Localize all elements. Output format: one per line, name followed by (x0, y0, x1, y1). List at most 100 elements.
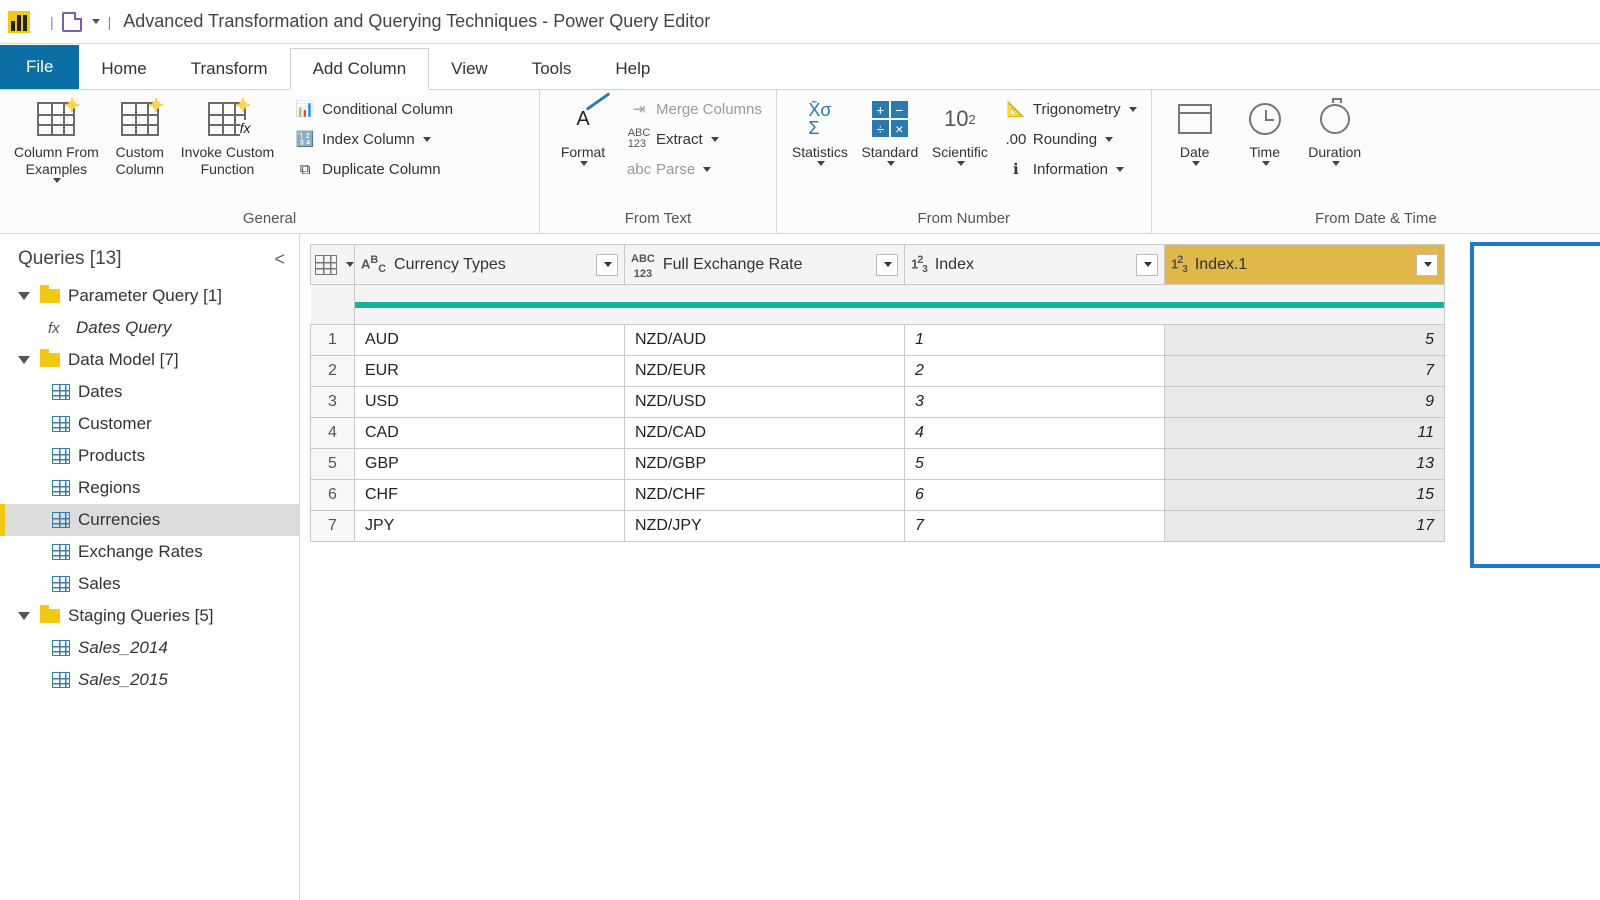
column-filter-button[interactable] (876, 254, 898, 276)
cell-exchange-rate[interactable]: NZD/GBP (625, 449, 905, 480)
chevron-down-icon (1116, 167, 1124, 172)
cell-exchange-rate[interactable]: NZD/EUR (625, 356, 905, 387)
table-row[interactable]: 4CADNZD/CAD411 (311, 418, 1445, 449)
table-row[interactable]: 6CHFNZD/CHF615 (311, 480, 1445, 511)
row-number[interactable]: 5 (311, 449, 355, 480)
cell-currency-type[interactable]: EUR (355, 356, 625, 387)
tab-tools[interactable]: Tools (510, 49, 594, 89)
cell-currency-type[interactable]: GBP (355, 449, 625, 480)
grid-corner[interactable] (311, 245, 355, 285)
row-number[interactable]: 4 (311, 418, 355, 449)
query-item-dates-query[interactable]: fxDates Query (0, 312, 299, 344)
cell-index-1[interactable]: 5 (1165, 325, 1445, 356)
extract-button[interactable]: ABC123Extract (622, 124, 768, 154)
query-item[interactable]: Dates (0, 376, 299, 408)
tab-help[interactable]: Help (593, 49, 672, 89)
cell-currency-type[interactable]: USD (355, 387, 625, 418)
cell-exchange-rate[interactable]: NZD/CAD (625, 418, 905, 449)
table-row[interactable]: 1AUDNZD/AUD15 (311, 325, 1445, 356)
invoke-custom-function-button[interactable]: fx Invoke Custom Function (175, 94, 280, 182)
query-item[interactable]: Exchange Rates (0, 536, 299, 568)
query-item[interactable]: Regions (0, 472, 299, 504)
column-filter-button[interactable] (1416, 254, 1438, 276)
tab-home[interactable]: Home (79, 49, 168, 89)
cell-index[interactable]: 2 (905, 356, 1165, 387)
table-query-icon (52, 416, 70, 432)
row-number[interactable]: 6 (311, 480, 355, 511)
cell-index-1[interactable]: 11 (1165, 418, 1445, 449)
cell-index-1[interactable]: 13 (1165, 449, 1445, 480)
trigonometry-button[interactable]: 📐Trigonometry (999, 94, 1143, 124)
column-filter-button[interactable] (596, 254, 618, 276)
cell-index-1[interactable]: 9 (1165, 387, 1445, 418)
cell-index-1[interactable]: 15 (1165, 480, 1445, 511)
cell-index[interactable]: 6 (905, 480, 1165, 511)
cell-index[interactable]: 1 (905, 325, 1165, 356)
ribbon-group-from-datetime: Date Time Duration From Date & Time (1152, 90, 1600, 233)
table-row[interactable]: 7JPYNZD/JPY717 (311, 511, 1445, 542)
cell-index[interactable]: 5 (905, 449, 1165, 480)
table-row[interactable]: 2EURNZD/EUR27 (311, 356, 1445, 387)
cell-index-1[interactable]: 7 (1165, 356, 1445, 387)
tab-add-column[interactable]: Add Column (290, 48, 430, 90)
date-button[interactable]: Date (1160, 94, 1230, 170)
row-number[interactable]: 1 (311, 325, 355, 356)
cell-index-1[interactable]: 17 (1165, 511, 1445, 542)
column-header-currency-types[interactable]: ABCCurrency Types (355, 245, 625, 285)
expand-icon (18, 356, 30, 364)
query-group-staging[interactable]: Staging Queries [5] (0, 600, 299, 632)
cell-exchange-rate[interactable]: NZD/JPY (625, 511, 905, 542)
cell-currency-type[interactable]: AUD (355, 325, 625, 356)
scientific-button[interactable]: 102 Scientific (925, 94, 995, 170)
time-button[interactable]: Time (1230, 94, 1300, 170)
query-group-data-model[interactable]: Data Model [7] (0, 344, 299, 376)
tab-file[interactable]: File (0, 45, 79, 89)
chevron-down-icon (817, 161, 825, 166)
column-header-index-1[interactable]: 123Index.1 (1165, 245, 1445, 285)
format-button[interactable]: A Format (548, 94, 618, 170)
query-item[interactable]: Sales_2014 (0, 632, 299, 664)
cell-currency-type[interactable]: JPY (355, 511, 625, 542)
qat-dropdown-icon[interactable] (92, 19, 100, 24)
table-row[interactable]: 5GBPNZD/GBP513 (311, 449, 1445, 480)
statistics-button[interactable]: X̄σΣ Statistics (785, 94, 855, 170)
standard-button[interactable]: + − ÷ × Standard (855, 94, 925, 170)
collapse-pane-button[interactable]: < (274, 249, 285, 270)
tab-transform[interactable]: Transform (169, 49, 290, 89)
query-item[interactable]: Customer (0, 408, 299, 440)
cell-currency-type[interactable]: CHF (355, 480, 625, 511)
cell-exchange-rate[interactable]: NZD/CHF (625, 480, 905, 511)
custom-column-button[interactable]: Custom Column (105, 94, 175, 182)
cell-exchange-rate[interactable]: NZD/AUD (625, 325, 905, 356)
tab-view[interactable]: View (429, 49, 510, 89)
query-group-parameter[interactable]: Parameter Query [1] (0, 280, 299, 312)
query-item[interactable]: Currencies (0, 504, 299, 536)
duration-button[interactable]: Duration (1300, 94, 1370, 170)
cell-exchange-rate[interactable]: NZD/USD (625, 387, 905, 418)
conditional-column-button[interactable]: 📊Conditional Column (288, 94, 459, 124)
data-grid[interactable]: ABCCurrency Types ABC123Full Exchange Ra… (310, 244, 1445, 542)
index-column-button[interactable]: 🔢Index Column (288, 124, 459, 154)
cell-currency-type[interactable]: CAD (355, 418, 625, 449)
cell-index[interactable]: 3 (905, 387, 1165, 418)
query-item[interactable]: Sales_2015 (0, 664, 299, 696)
type-text-icon: ABC (355, 254, 392, 275)
row-number[interactable]: 3 (311, 387, 355, 418)
column-header-full-exchange-rate[interactable]: ABC123Full Exchange Rate (625, 245, 905, 285)
row-number[interactable]: 2 (311, 356, 355, 387)
column-filter-button[interactable] (1136, 254, 1158, 276)
table-row[interactable]: 3USDNZD/USD39 (311, 387, 1445, 418)
query-item[interactable]: Sales (0, 568, 299, 600)
column-header-index[interactable]: 123Index (905, 245, 1165, 285)
save-icon[interactable] (62, 12, 82, 32)
row-number[interactable]: 7 (311, 511, 355, 542)
query-item[interactable]: Products (0, 440, 299, 472)
standard-icon: + − ÷ × (869, 98, 911, 140)
duplicate-column-button[interactable]: ⧉Duplicate Column (288, 154, 459, 184)
ribbon-group-label: From Date & Time (1160, 208, 1592, 231)
information-button[interactable]: ℹInformation (999, 154, 1143, 184)
rounding-button[interactable]: .00Rounding (999, 124, 1143, 154)
cell-index[interactable]: 7 (905, 511, 1165, 542)
cell-index[interactable]: 4 (905, 418, 1165, 449)
column-from-examples-button[interactable]: Column From Examples (8, 94, 105, 187)
